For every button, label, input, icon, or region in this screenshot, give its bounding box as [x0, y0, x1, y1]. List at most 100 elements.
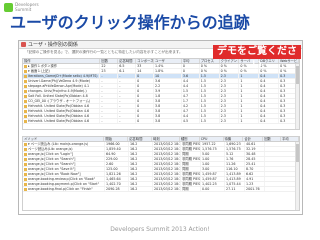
row-value-cell: 6.62 [245, 172, 265, 176]
row-value-cell: 1 [239, 114, 260, 118]
slide-title: ユーザのクリック操作からの追跡 [10, 13, 250, 32]
row-label-text: Hehrohit. United Slate(Po)Obbian 4.6 [28, 104, 90, 108]
lower-col-header[interactable]: CPU [200, 137, 224, 141]
row-label-text: orange.js:[Click on "Search"] [28, 162, 76, 166]
row-value-cell: 0.4 [259, 79, 280, 83]
row-value-cell: - [100, 89, 119, 93]
row-label-text: Hehrohit. United Slate(Po)Obbian 4.6 [28, 109, 90, 113]
lower-col-header[interactable]: 開始 [104, 137, 129, 141]
folder-icon [24, 114, 27, 118]
row-value-cell: 2013/03/12 18:29:07 [154, 157, 181, 161]
row-value-cell: 1.5 [200, 74, 220, 78]
row-value-cell: 28.45 [245, 157, 265, 161]
row-value-cell: 1 [239, 99, 260, 103]
row-value-cell: - [100, 74, 119, 78]
upper-col-header[interactable]: DBクエリ [259, 59, 280, 63]
row-value-cell: 0 [136, 94, 155, 98]
row-value-cell: 1,459.87 [201, 172, 225, 176]
lower-col-header[interactable]: 回数 [263, 137, 282, 141]
row-label-cell: ▸ 操作１ボタン操作 [23, 64, 101, 68]
folder-icon [24, 79, 27, 83]
row-value-cell: 8.70 [245, 167, 265, 171]
row-value-cell: 同期 [181, 167, 201, 171]
lower-col-header[interactable]: 待機 [224, 137, 244, 141]
lower-col-header[interactable]: 応答時間 [128, 137, 153, 141]
row-value-cell: 30.48 [245, 152, 265, 156]
upper-scrollbar[interactable] [295, 64, 299, 129]
row-label-text: Hehrohit. United Slate(Po)Obbian 4.6 [28, 114, 90, 118]
row-value-cell: - [100, 114, 119, 118]
row-value-cell: 6.1 [118, 69, 137, 73]
folder-icon [24, 142, 27, 146]
lower-scrollbar-thumb[interactable] [296, 144, 299, 162]
row-value-cell: 2013/03/12 18:29:07 [154, 152, 181, 156]
row-value-cell: 3.8 [154, 119, 182, 123]
folder-icon [24, 162, 27, 166]
row-value-cell: 1 [239, 104, 260, 108]
row-label-cell: orange.js:[Click on "Search"] [23, 162, 105, 166]
row-value-cell: - [118, 119, 137, 123]
lower-col-header[interactable]: 平均 [281, 137, 299, 141]
upper-col-header[interactable]: プロセス [200, 59, 220, 63]
lower-grid-body: ▾ ページ読込み (Lib: mainjs.orange.js) 1966.00 1… [23, 142, 299, 192]
row-value-cell: 3.8 [154, 109, 182, 113]
upper-col-header[interactable]: クライアント [220, 59, 240, 63]
row-value-cell: 2013/03/12 18:29:07 [154, 172, 181, 176]
folder-icon [24, 177, 27, 181]
folder-icon [24, 99, 27, 103]
folder-icon [24, 157, 27, 161]
row-value-cell: 同期 [181, 187, 201, 191]
row-value-cell: 16.2 [129, 167, 153, 171]
row-value-cell: 1,402.70 [105, 182, 129, 186]
logo-text-line2: Summit [15, 7, 32, 12]
row-value-cell: - [100, 119, 119, 123]
row-label-text: orange.booking.review.p(Click on "Book" [28, 177, 96, 181]
row-value-cell: - [118, 89, 137, 93]
row-value-cell: 0 [136, 104, 155, 108]
row-label-text: ページ読込み(Lib: orange.js) [28, 147, 73, 151]
row-value-cell: - [118, 84, 137, 88]
lower-col-header[interactable]: 合計 [243, 137, 264, 141]
lower-table-row[interactable]: orange.booking.final.p(Click on "Finish"… [23, 187, 299, 192]
upper-col-header[interactable]: 操作 [23, 59, 101, 63]
row-value-cell: 0.4 [259, 89, 280, 93]
row-label-text: ▾ 画面１(上記) [28, 69, 50, 73]
row-value-cell: 1,690.23 [225, 142, 245, 146]
upper-col-header[interactable]: ユーザ [154, 59, 182, 63]
row-value-cell: 16.2 [129, 157, 153, 161]
upper-col-header[interactable]: Webサービス [279, 59, 299, 63]
row-value-cell: - [100, 104, 119, 108]
upper-col-header[interactable]: 平均 [182, 59, 200, 63]
row-value-cell: 2.60 [105, 162, 129, 166]
upper-col-header[interactable]: 回数 [100, 59, 119, 63]
row-label-cell: orange.booking.payment.p(Click on "Start… [23, 182, 105, 186]
row-label-cell: orange.booking.final.p(Click on "Finish" [23, 187, 105, 191]
lower-col-header[interactable]: 種別 [180, 137, 200, 141]
row-value-cell: - [118, 74, 137, 78]
row-value-cell: 1.5 [200, 119, 220, 123]
row-label-cell: Hehrohit. United Slate(Po)Obbian 4.6 [23, 119, 101, 123]
row-value-cell: 229.00 [105, 157, 129, 161]
row-value-cell: - [118, 114, 137, 118]
lower-col-header[interactable]: 時刻 [152, 137, 180, 141]
row-value-cell: 非同期 PIES [182, 142, 201, 146]
folder-icon [24, 182, 27, 186]
upper-col-header[interactable]: コンポーネント [136, 59, 155, 63]
row-value-cell: 2.2 [154, 84, 182, 88]
row-value-cell: 1.5 [182, 89, 200, 93]
row-value-cell: 1.5 [200, 89, 220, 93]
upper-table-row[interactable]: Hehrohit. United Slate(Po)Obbian 4.6- -0 3… [23, 119, 299, 124]
row-value-cell: 1966.00 [105, 142, 129, 146]
row-value-cell: 33 [136, 64, 155, 68]
row-value-cell: 40.61 [245, 142, 265, 146]
row-value-cell: 1.5 [200, 99, 220, 103]
row-value-cell: 16.2 [129, 152, 153, 156]
row-value-cell: 1.5 [200, 94, 220, 98]
row-value-cell: 22 [100, 64, 119, 68]
lower-scrollbar[interactable] [295, 142, 299, 210]
upper-scrollbar-thumb[interactable] [296, 66, 299, 84]
upper-col-header[interactable]: 応答時間 [118, 59, 137, 63]
folder-icon [24, 84, 27, 88]
row-value-cell: - [100, 84, 119, 88]
lower-col-header[interactable]: メソッド [23, 137, 105, 141]
